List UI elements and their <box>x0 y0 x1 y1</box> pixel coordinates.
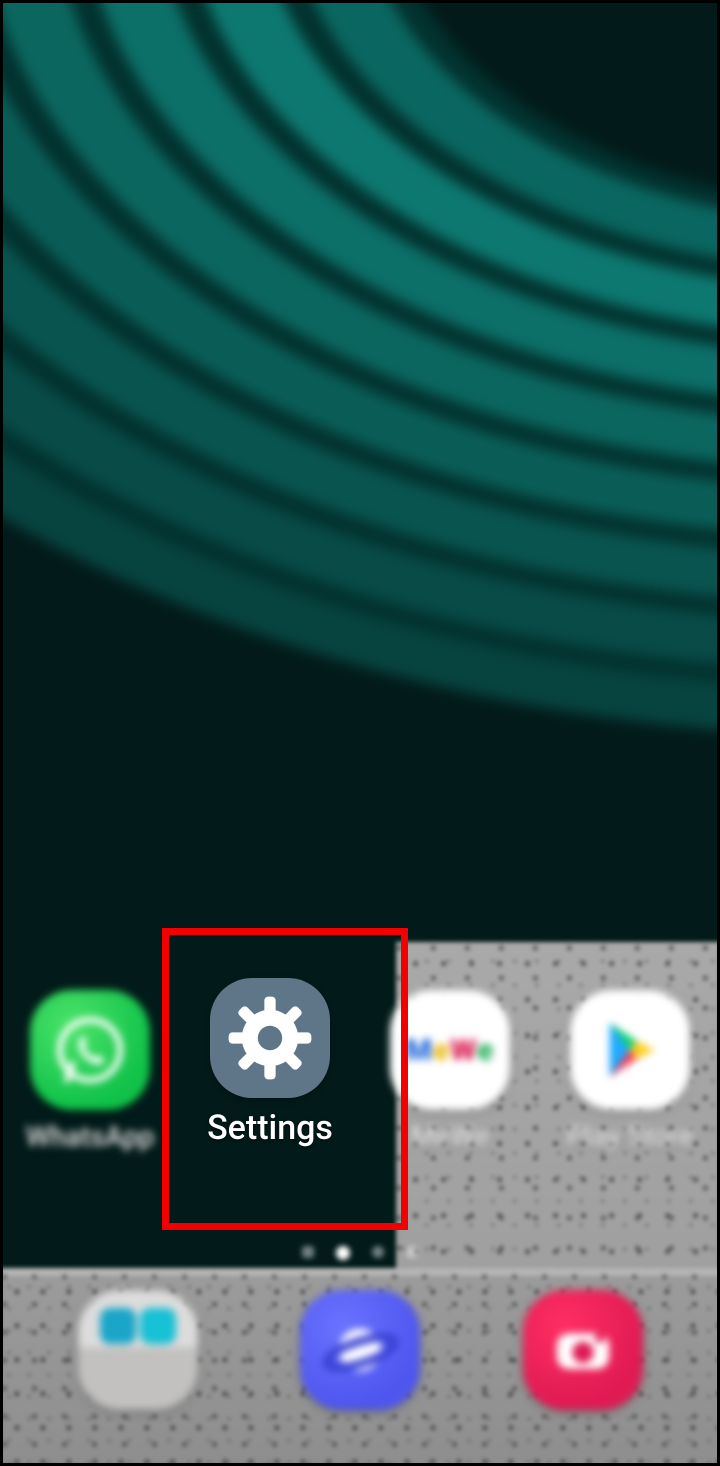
app-playstore[interactable]: Play Store <box>545 990 715 1153</box>
page-dot-home[interactable] <box>302 1246 314 1258</box>
planet-icon <box>300 1290 420 1410</box>
playstore-icon <box>570 990 690 1110</box>
app-label: Play Store <box>566 1120 693 1153</box>
dock-camera[interactable] <box>498 1290 668 1410</box>
camera-icon <box>523 1290 643 1410</box>
app-label: Settings <box>207 1108 333 1148</box>
mewe-icon: MeWe <box>390 990 510 1110</box>
app-whatsapp[interactable]: WhatsApp <box>5 990 175 1153</box>
gear-icon <box>210 978 330 1098</box>
folder-mini-app-icon <box>140 1308 176 1344</box>
folder-icon <box>78 1290 198 1410</box>
whatsapp-icon <box>30 990 150 1110</box>
dock <box>0 1290 720 1410</box>
page-dot[interactable] <box>372 1246 384 1258</box>
page-indicator[interactable] <box>0 1246 720 1260</box>
home-app-row: WhatsApp <box>0 990 720 1153</box>
page-dot[interactable] <box>406 1246 418 1258</box>
page-dot[interactable] <box>336 1246 350 1260</box>
app-label: WhatsApp <box>26 1120 155 1153</box>
app-mewe[interactable]: MeWe MeWe <box>365 990 535 1153</box>
dock-browser[interactable] <box>275 1290 445 1410</box>
app-settings[interactable]: Settings <box>185 978 355 1148</box>
app-label: MeWe <box>411 1120 490 1153</box>
folder-mini-app-icon <box>100 1308 136 1344</box>
dock-folder[interactable] <box>53 1290 223 1410</box>
